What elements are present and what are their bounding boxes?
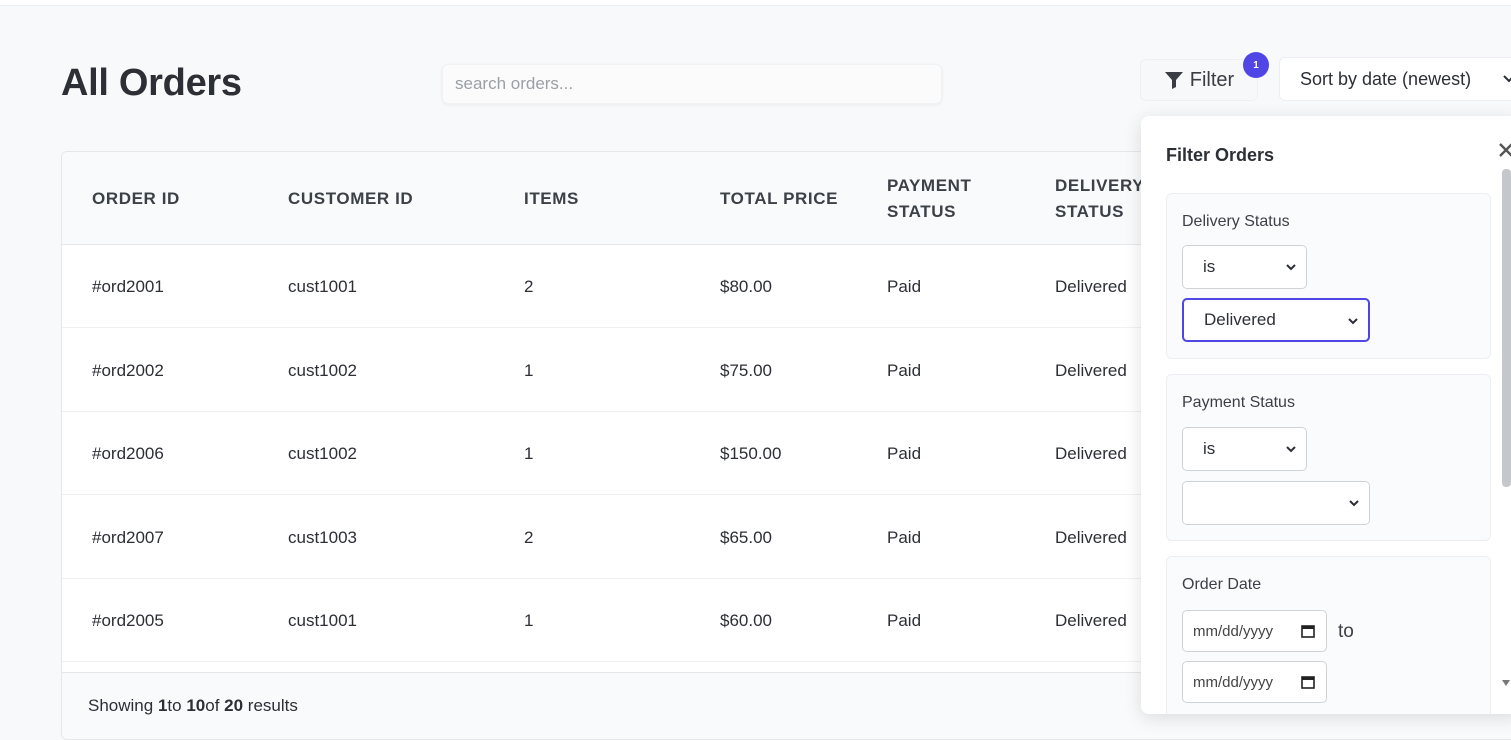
filter-button[interactable]: Filter	[1140, 59, 1258, 101]
cell-delivery-status: Delivered	[1055, 443, 1127, 463]
calendar-icon[interactable]	[1301, 624, 1315, 638]
delivery-value: Delivered	[1204, 310, 1276, 329]
filter-panel-title: Filter Orders	[1166, 145, 1275, 165]
cell-customer-id: cust1001	[288, 276, 357, 296]
cell-payment-status: Paid	[887, 527, 922, 547]
cell-total-price: $150.00	[720, 443, 782, 463]
header-total-price[interactable]: TOTAL PRICE	[720, 152, 838, 245]
delivery-operator-select[interactable]: is	[1182, 245, 1307, 289]
panel-scrollbar[interactable]	[1502, 169, 1511, 487]
chevron-down-icon	[1286, 264, 1296, 271]
cell-customer-id: cust1003	[288, 527, 357, 547]
chevron-down-icon	[1349, 500, 1359, 507]
payment-operator-select[interactable]: is	[1182, 427, 1307, 471]
results-summary: Showing 1 to 10 of 20 results	[88, 673, 298, 739]
cell-total-price: $65.00	[720, 527, 772, 547]
cell-delivery-status: Delivered	[1055, 527, 1127, 547]
payment-status-filter: Payment Status is	[1166, 374, 1491, 541]
cell-total-price: $75.00	[720, 360, 772, 380]
header-customer-id[interactable]: CUSTOMER ID	[288, 152, 413, 245]
filter-count-badge: 1	[1243, 52, 1269, 78]
results-to: 10	[186, 696, 206, 715]
cell-items: 1	[524, 360, 534, 380]
scroll-down-arrow-icon[interactable]	[1501, 678, 1511, 688]
calendar-icon[interactable]	[1301, 675, 1315, 689]
close-icon[interactable]	[1496, 140, 1511, 160]
cell-items: 1	[524, 443, 534, 463]
cell-items: 2	[524, 276, 534, 296]
cell-payment-status: Paid	[887, 360, 922, 380]
cell-payment-status: Paid	[887, 276, 922, 296]
cell-delivery-status: Delivered	[1055, 610, 1127, 630]
cell-customer-id: cust1002	[288, 443, 357, 463]
search-input[interactable]	[442, 64, 942, 104]
cell-delivery-status: Delivered	[1055, 360, 1127, 380]
date-range-to-label: to	[1338, 621, 1354, 642]
cell-items: 1	[524, 610, 534, 630]
date-to-input[interactable]: mm/dd/yyyy	[1182, 661, 1327, 703]
chevron-down-icon	[1348, 318, 1358, 325]
filter-panel: Filter Orders Delivery Status is Deliver…	[1141, 116, 1511, 714]
cell-customer-id: cust1001	[288, 610, 357, 630]
chevron-down-icon	[1503, 75, 1511, 83]
results-total: 20	[224, 696, 244, 715]
cell-customer-id: cust1002	[288, 360, 357, 380]
delivery-status-label: Delivery Status	[1182, 213, 1290, 230]
filter-label: Filter	[1189, 68, 1235, 91]
cell-delivery-status: Delivered	[1055, 276, 1127, 296]
results-suffix: results	[243, 696, 298, 715]
cell-payment-status: Paid	[887, 443, 922, 463]
header-order-id[interactable]: ORDER ID	[92, 152, 180, 245]
orders-page: All Orders Filter 1 Sort by date (newest…	[0, 5, 1511, 740]
header-payment-status[interactable]: PAYMENT STATUS	[887, 152, 997, 245]
payment-value-select[interactable]	[1182, 481, 1370, 525]
date-from-input[interactable]: mm/dd/yyyy	[1182, 610, 1327, 652]
cell-total-price: $80.00	[720, 276, 772, 296]
cell-payment-status: Paid	[887, 610, 922, 630]
date-to-placeholder: mm/dd/yyyy	[1193, 673, 1274, 691]
cell-items: 2	[524, 527, 534, 547]
page-title: All Orders	[61, 62, 242, 104]
delivery-value-select[interactable]: Delivered	[1182, 298, 1370, 342]
results-prefix: Showing	[88, 696, 158, 715]
cell-order-id: #ord2001	[92, 276, 164, 296]
order-date-label: Order Date	[1182, 576, 1262, 593]
header-items[interactable]: ITEMS	[524, 152, 579, 245]
order-date-filter: Order Date mm/dd/yyyy to mm/dd/yyyy	[1166, 556, 1491, 714]
cell-order-id: #ord2005	[92, 610, 164, 630]
results-to-word: to	[167, 696, 187, 715]
cell-total-price: $60.00	[720, 610, 772, 630]
cell-order-id: #ord2006	[92, 443, 164, 463]
results-from: 1	[157, 696, 168, 715]
payment-status-label: Payment Status	[1182, 394, 1295, 411]
cell-order-id: #ord2007	[92, 527, 164, 547]
chevron-down-icon	[1286, 446, 1296, 453]
delivery-status-filter: Delivery Status is Delivered	[1166, 193, 1491, 359]
delivery-operator-value: is	[1203, 257, 1216, 276]
sort-label: Sort by date (newest)	[1300, 68, 1472, 89]
cell-order-id: #ord2002	[92, 360, 164, 380]
results-of-word: of	[205, 696, 225, 715]
sort-select[interactable]: Sort by date (newest)	[1279, 57, 1511, 101]
date-from-placeholder: mm/dd/yyyy	[1193, 622, 1274, 640]
payment-operator-value: is	[1203, 439, 1216, 458]
filter-icon	[1164, 72, 1183, 89]
